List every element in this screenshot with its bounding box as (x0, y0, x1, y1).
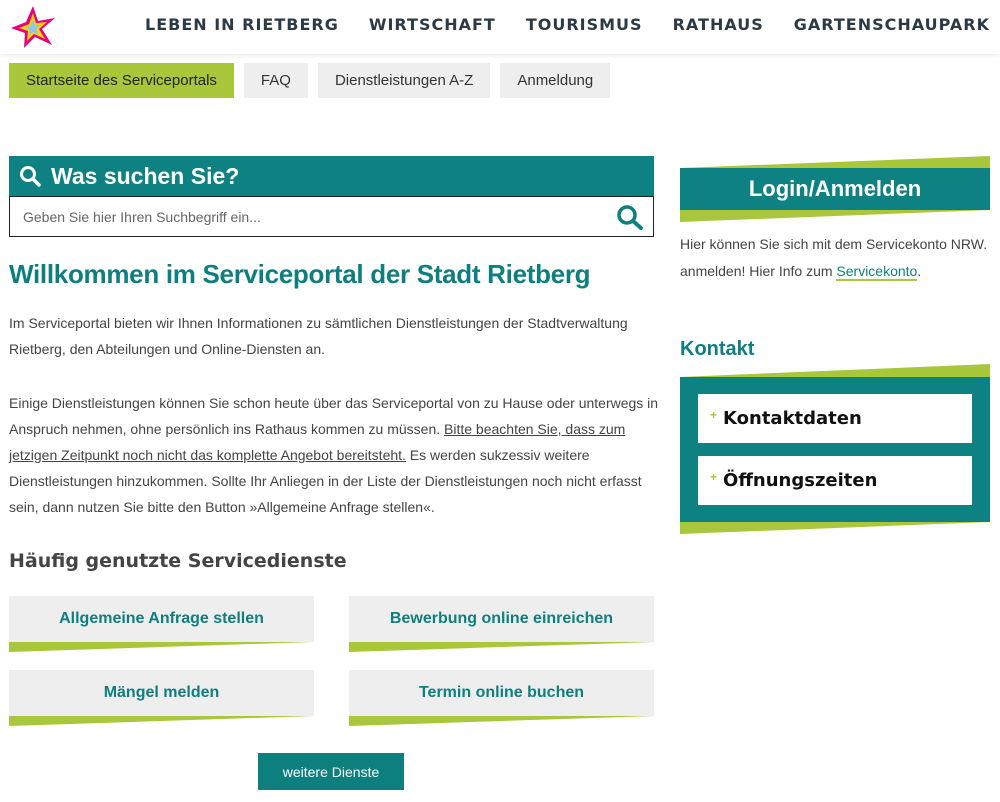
tab-faq[interactable]: FAQ (243, 63, 308, 98)
search-box (9, 196, 654, 237)
services-heading: Häufig genutzte Servicedienste (9, 550, 347, 572)
more-services-button[interactable]: weitere Dienste (258, 753, 404, 790)
service-label: Bewerbung online einreichen (389, 610, 614, 627)
tab-anmeldung[interactable]: Anmeldung (500, 63, 611, 98)
plus-icon: + (710, 407, 718, 422)
intro-paragraph: Im Serviceportal bieten wir Ihnen Inform… (9, 315, 628, 357)
service-label: Mängel melden (103, 684, 220, 701)
kontakt-item-label: Kontaktdaten (723, 408, 862, 429)
search-input[interactable] (10, 197, 600, 236)
info-paragraph: Einige Dienstleistungen können Sie schon… (9, 390, 659, 520)
site-header: LEBEN IN RIETBERG WIRTSCHAFT TOURISMUS R… (0, 0, 1000, 54)
login-description: Hier können Sie sich mit dem Servicekont… (680, 231, 995, 285)
kontakt-item-label: Öffnungszeiten (723, 470, 878, 491)
search-header: Was suchen Sie? (9, 156, 654, 196)
kontakt-background (680, 364, 990, 534)
login-text-end: . (917, 263, 922, 279)
plus-icon: + (710, 469, 718, 484)
nav-gartenschaupark[interactable]: GARTENSCHAUPARK (794, 15, 990, 34)
service-button-allgemeine-anfrage[interactable]: Allgemeine Anfrage stellen (9, 596, 314, 652)
kontakt-heading: Kontakt (680, 338, 755, 360)
kontakt-panel (680, 364, 990, 534)
nav-rathaus[interactable]: RATHAUS (673, 15, 764, 34)
nav-wirtschaft[interactable]: WIRTSCHAFT (369, 15, 496, 34)
rietberg-logo[interactable] (8, 4, 58, 50)
service-button-termin-buchen[interactable]: Termin online buchen (349, 670, 654, 726)
search-submit-icon[interactable] (615, 203, 645, 231)
tab-startseite[interactable]: Startseite des Serviceportals (9, 63, 234, 98)
login-label: Login/Anmelden (748, 176, 922, 201)
search-icon (20, 166, 41, 187)
kontakt-item-oeffnungszeiten[interactable]: + Öffnungszeiten (698, 456, 972, 505)
service-label: Allgemeine Anfrage stellen (59, 610, 264, 627)
nav-leben-in-rietberg[interactable]: LEBEN IN RIETBERG (145, 15, 339, 34)
page-title: Willkommen im Serviceportal der Stadt Ri… (9, 259, 591, 289)
servicekonto-link[interactable]: Servicekonto (836, 263, 918, 281)
service-button-maengel-melden[interactable]: Mängel melden (9, 670, 314, 726)
kontakt-item-kontaktdaten[interactable]: + Kontaktdaten (698, 394, 972, 443)
portal-tabs: Startseite des Serviceportals FAQ Dienst… (9, 63, 611, 98)
service-label: Termin online buchen (418, 684, 585, 701)
nav-tourismus[interactable]: TOURISMUS (526, 15, 643, 34)
service-button-bewerbung[interactable]: Bewerbung online einreichen (349, 596, 654, 652)
login-button[interactable]: Login/Anmelden (680, 156, 990, 222)
tab-dienstleistungen[interactable]: Dienstleistungen A-Z (317, 63, 491, 98)
search-title: Was suchen Sie? (51, 162, 240, 189)
main-nav: LEBEN IN RIETBERG WIRTSCHAFT TOURISMUS R… (145, 0, 990, 48)
login-text: Hier können Sie sich mit dem Servicekont… (680, 236, 988, 279)
